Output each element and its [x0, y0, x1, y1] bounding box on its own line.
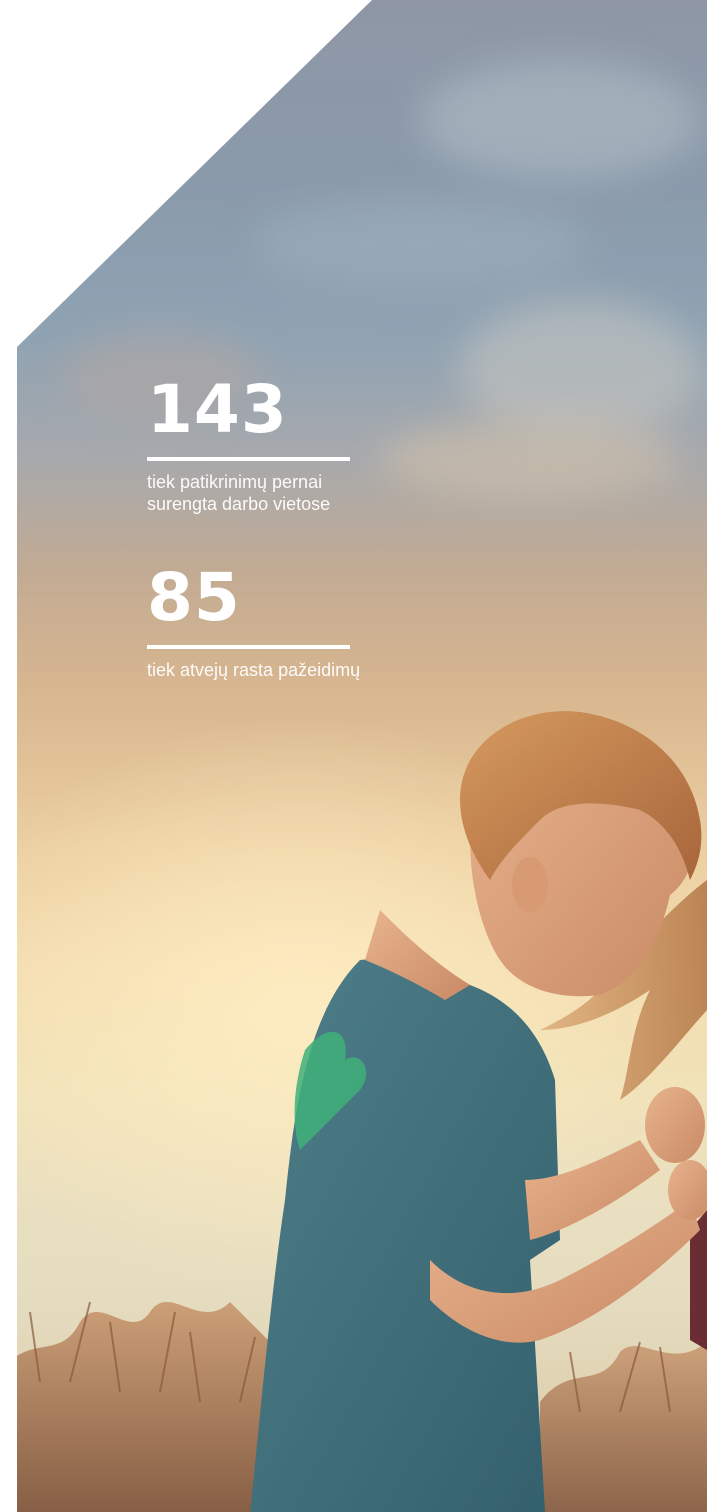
page: 143 tiek patikrinimų pernai surengta dar… — [0, 0, 707, 1512]
hero-photo — [17, 0, 707, 1512]
divider — [147, 457, 350, 461]
stat-number: 143 — [147, 371, 288, 448]
boy-figure-illustration — [250, 711, 707, 1512]
divider — [147, 645, 350, 649]
stat-block: 143 tiek patikrinimų pernai surengta dar… — [147, 377, 387, 515]
stat-number: 85 — [147, 559, 241, 636]
stat-caption: tiek patikrinimų pernai surengta darbo v… — [147, 472, 331, 514]
stat-block: 85 tiek atvejų rasta pažeidimų — [147, 565, 387, 681]
stat-caption: tiek atvejų rasta pažeidimų — [147, 660, 361, 680]
